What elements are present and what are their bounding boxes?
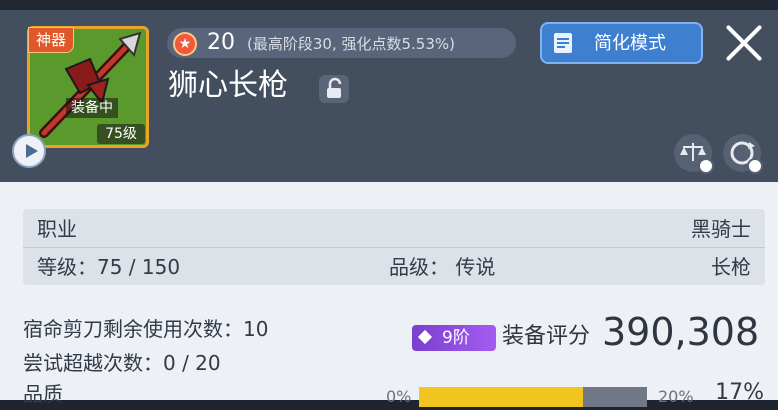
tier-badge: 9阶 xyxy=(412,325,496,351)
star-force-row: ★ 20 (最高阶段30, 强化点数5.53%) xyxy=(167,28,516,58)
level-text: 等级：75 / 150 xyxy=(37,255,181,279)
unlock-icon[interactable] xyxy=(319,75,349,103)
item-name: 狮心长枪 xyxy=(168,68,288,103)
item-level-tag: 75级 xyxy=(97,124,145,144)
play-button[interactable] xyxy=(12,134,46,168)
disabled-badge-icon xyxy=(747,158,763,174)
tier-label: 9阶 xyxy=(442,328,470,348)
star-detail: (最高阶段30, 强化点数5.53%) xyxy=(247,35,455,53)
diamond-icon xyxy=(417,329,433,345)
scissors-uses-text: 宿命剪刀剩余使用次数：10 xyxy=(23,317,269,341)
quality-min-label: 0% xyxy=(386,387,412,406)
disabled-badge-icon xyxy=(698,158,714,174)
quality-bar-remainder xyxy=(583,387,647,407)
quality-value: 17% xyxy=(715,380,764,405)
top-strip xyxy=(0,0,778,10)
score-value: 390,308 xyxy=(602,310,760,354)
equipped-tag: 装备中 xyxy=(66,98,118,118)
quality-bar xyxy=(419,387,647,407)
quality-max-label: 20% xyxy=(658,387,694,406)
document-icon xyxy=(554,33,572,53)
grade-text: 品级： 传说 xyxy=(389,255,496,279)
score-label: 装备评分 xyxy=(502,324,591,349)
weapon-type: 长枪 xyxy=(711,255,751,279)
item-details-panel: 职业 黑骑士 等级：75 / 150 品级： 传说 长枪 宿命剪刀剩余使用次数：… xyxy=(0,182,778,407)
close-icon[interactable] xyxy=(722,21,766,65)
item-info-box: 职业 黑骑士 等级：75 / 150 品级： 传说 长枪 xyxy=(23,209,765,285)
quality-bar-fill xyxy=(419,387,583,407)
star-icon: ★ xyxy=(173,32,197,56)
quality-label: 品质 xyxy=(23,382,63,406)
simplify-mode-button[interactable]: 简化模式 xyxy=(540,22,703,64)
job-label: 职业 xyxy=(37,217,77,241)
job-value: 黑骑士 xyxy=(691,217,751,241)
refresh-icon[interactable] xyxy=(723,134,763,174)
transcend-attempts-text: 尝试超越次数：0 / 20 xyxy=(23,351,221,375)
star-count: 20 xyxy=(207,30,235,55)
divider xyxy=(23,247,765,248)
scale-icon[interactable] xyxy=(674,134,714,174)
simplify-mode-label: 简化模式 xyxy=(594,33,666,54)
artifact-tag: 神器 xyxy=(28,27,74,53)
